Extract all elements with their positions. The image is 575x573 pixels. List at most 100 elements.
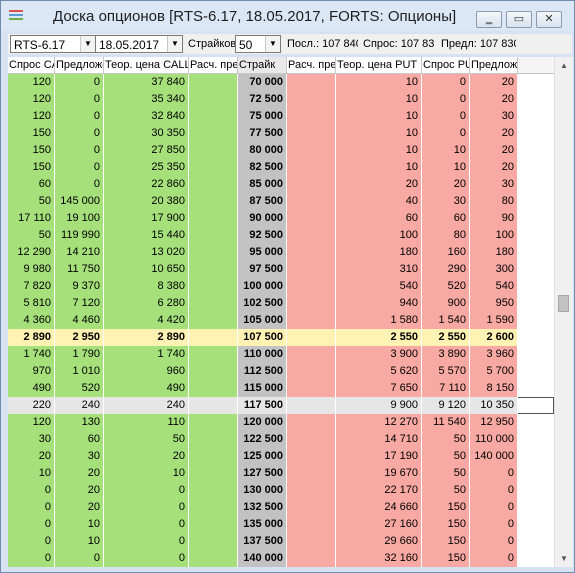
call-ask-cell[interactable]: 240: [55, 397, 104, 414]
call-bid-cell[interactable]: 120: [8, 108, 55, 125]
call-calc-cell[interactable]: [189, 533, 238, 550]
put-bid-cell[interactable]: 5 570: [422, 363, 470, 380]
strike-cell[interactable]: 120 000: [238, 414, 287, 431]
call-calc-cell[interactable]: [189, 516, 238, 533]
strike-cell[interactable]: 92 500: [238, 227, 287, 244]
call-bid-cell[interactable]: 220: [8, 397, 55, 414]
call-theor-cell[interactable]: 0: [104, 550, 189, 567]
put-ask-cell[interactable]: 5 700: [470, 363, 518, 380]
put-bid-cell[interactable]: 50: [422, 431, 470, 448]
put-theor-cell[interactable]: 29 660: [336, 533, 422, 550]
strike-cell[interactable]: 87 500: [238, 193, 287, 210]
call-calc-cell[interactable]: [189, 142, 238, 159]
table-row[interactable]: 0 10 0 137 500 29 660 150 0: [8, 533, 554, 550]
table-row[interactable]: 0 10 0 135 000 27 160 150 0: [8, 516, 554, 533]
put-bid-cell[interactable]: 7 110: [422, 380, 470, 397]
call-ask-cell[interactable]: 0: [55, 125, 104, 142]
column-header-put-theor[interactable]: Теор. цена PUT: [336, 57, 422, 73]
call-calc-cell[interactable]: [189, 227, 238, 244]
put-calc-cell[interactable]: [287, 414, 336, 431]
table-row[interactable]: 1 740 1 790 1 740 110 000 3 900 3 890 3 960: [8, 346, 554, 363]
put-bid-cell[interactable]: 2 550: [422, 329, 470, 346]
table-row[interactable]: 7 820 9 370 8 380 100 000 540 520 540: [8, 278, 554, 295]
put-theor-cell[interactable]: 7 650: [336, 380, 422, 397]
call-theor-cell[interactable]: 25 350: [104, 159, 189, 176]
table-row[interactable]: 120 0 35 340 72 500 10 0 20: [8, 91, 554, 108]
call-bid-cell[interactable]: 0: [8, 533, 55, 550]
column-header-call-theor[interactable]: Теор. цена CALL: [104, 57, 189, 73]
strike-cell[interactable]: 137 500: [238, 533, 287, 550]
table-row-selected[interactable]: 220 240 240 117 500 9 900 9 120 10 350: [8, 397, 554, 414]
call-ask-cell[interactable]: 7 120: [55, 295, 104, 312]
table-row[interactable]: 20 30 20 125 000 17 190 50 140 000: [8, 448, 554, 465]
put-bid-cell[interactable]: 0: [422, 108, 470, 125]
put-theor-cell[interactable]: 22 170: [336, 482, 422, 499]
call-theor-cell[interactable]: 0: [104, 516, 189, 533]
call-theor-cell[interactable]: 20 380: [104, 193, 189, 210]
call-theor-cell[interactable]: 960: [104, 363, 189, 380]
strike-cell[interactable]: 117 500: [238, 397, 287, 414]
call-bid-cell[interactable]: 120: [8, 74, 55, 91]
call-ask-cell[interactable]: 4 460: [55, 312, 104, 329]
strike-cell[interactable]: 80 000: [238, 142, 287, 159]
call-bid-cell[interactable]: 12 290: [8, 244, 55, 261]
put-ask-cell[interactable]: 0: [470, 499, 518, 516]
put-bid-cell[interactable]: 150: [422, 550, 470, 567]
call-bid-cell[interactable]: 5 810: [8, 295, 55, 312]
put-calc-cell[interactable]: [287, 142, 336, 159]
put-bid-cell[interactable]: 11 540: [422, 414, 470, 431]
put-ask-cell[interactable]: 10 350: [470, 397, 518, 414]
put-bid-cell[interactable]: 290: [422, 261, 470, 278]
call-theor-cell[interactable]: 20: [104, 448, 189, 465]
strike-cell[interactable]: 90 000: [238, 210, 287, 227]
chevron-down-icon[interactable]: ▼: [265, 36, 280, 52]
put-calc-cell[interactable]: [287, 533, 336, 550]
call-bid-cell[interactable]: 0: [8, 499, 55, 516]
instrument-select[interactable]: RTS-6.17 ▼: [10, 35, 96, 53]
call-bid-cell[interactable]: 10: [8, 465, 55, 482]
call-bid-cell[interactable]: 0: [8, 550, 55, 567]
call-bid-cell[interactable]: 150: [8, 125, 55, 142]
put-ask-cell[interactable]: 0: [470, 465, 518, 482]
put-ask-cell[interactable]: 20: [470, 142, 518, 159]
call-ask-cell[interactable]: 60: [55, 431, 104, 448]
call-ask-cell[interactable]: 11 750: [55, 261, 104, 278]
table-row[interactable]: 970 1 010 960 112 500 5 620 5 570 5 700: [8, 363, 554, 380]
call-bid-cell[interactable]: 4 360: [8, 312, 55, 329]
table-row[interactable]: 50 119 990 15 440 92 500 100 80 100: [8, 227, 554, 244]
put-theor-cell[interactable]: 100: [336, 227, 422, 244]
call-ask-cell[interactable]: 0: [55, 550, 104, 567]
scroll-down-icon[interactable]: ▼: [555, 550, 573, 567]
call-calc-cell[interactable]: [189, 397, 238, 414]
call-ask-cell[interactable]: 119 990: [55, 227, 104, 244]
call-theor-cell[interactable]: 0: [104, 482, 189, 499]
call-calc-cell[interactable]: [189, 550, 238, 567]
call-ask-cell[interactable]: 20: [55, 465, 104, 482]
strike-cell[interactable]: 127 500: [238, 465, 287, 482]
strike-cell[interactable]: 77 500: [238, 125, 287, 142]
call-theor-cell[interactable]: 50: [104, 431, 189, 448]
call-calc-cell[interactable]: [189, 210, 238, 227]
put-calc-cell[interactable]: [287, 244, 336, 261]
call-theor-cell[interactable]: 15 440: [104, 227, 189, 244]
put-bid-cell[interactable]: 3 890: [422, 346, 470, 363]
call-bid-cell[interactable]: 9 980: [8, 261, 55, 278]
put-theor-cell[interactable]: 12 270: [336, 414, 422, 431]
call-theor-cell[interactable]: 1 740: [104, 346, 189, 363]
put-calc-cell[interactable]: [287, 193, 336, 210]
call-theor-cell[interactable]: 2 890: [104, 329, 189, 346]
call-ask-cell[interactable]: 20: [55, 499, 104, 516]
strike-cell[interactable]: 122 500: [238, 431, 287, 448]
put-ask-cell[interactable]: 12 950: [470, 414, 518, 431]
call-ask-cell[interactable]: 10: [55, 533, 104, 550]
put-ask-cell[interactable]: 180: [470, 244, 518, 261]
strike-cell[interactable]: 107 500: [238, 329, 287, 346]
call-calc-cell[interactable]: [189, 261, 238, 278]
put-theor-cell[interactable]: 3 900: [336, 346, 422, 363]
call-ask-cell[interactable]: 14 210: [55, 244, 104, 261]
put-theor-cell[interactable]: 32 160: [336, 550, 422, 567]
table-row[interactable]: 120 0 32 840 75 000 10 0 30: [8, 108, 554, 125]
call-calc-cell[interactable]: [189, 295, 238, 312]
put-theor-cell[interactable]: 60: [336, 210, 422, 227]
call-calc-cell[interactable]: [189, 329, 238, 346]
